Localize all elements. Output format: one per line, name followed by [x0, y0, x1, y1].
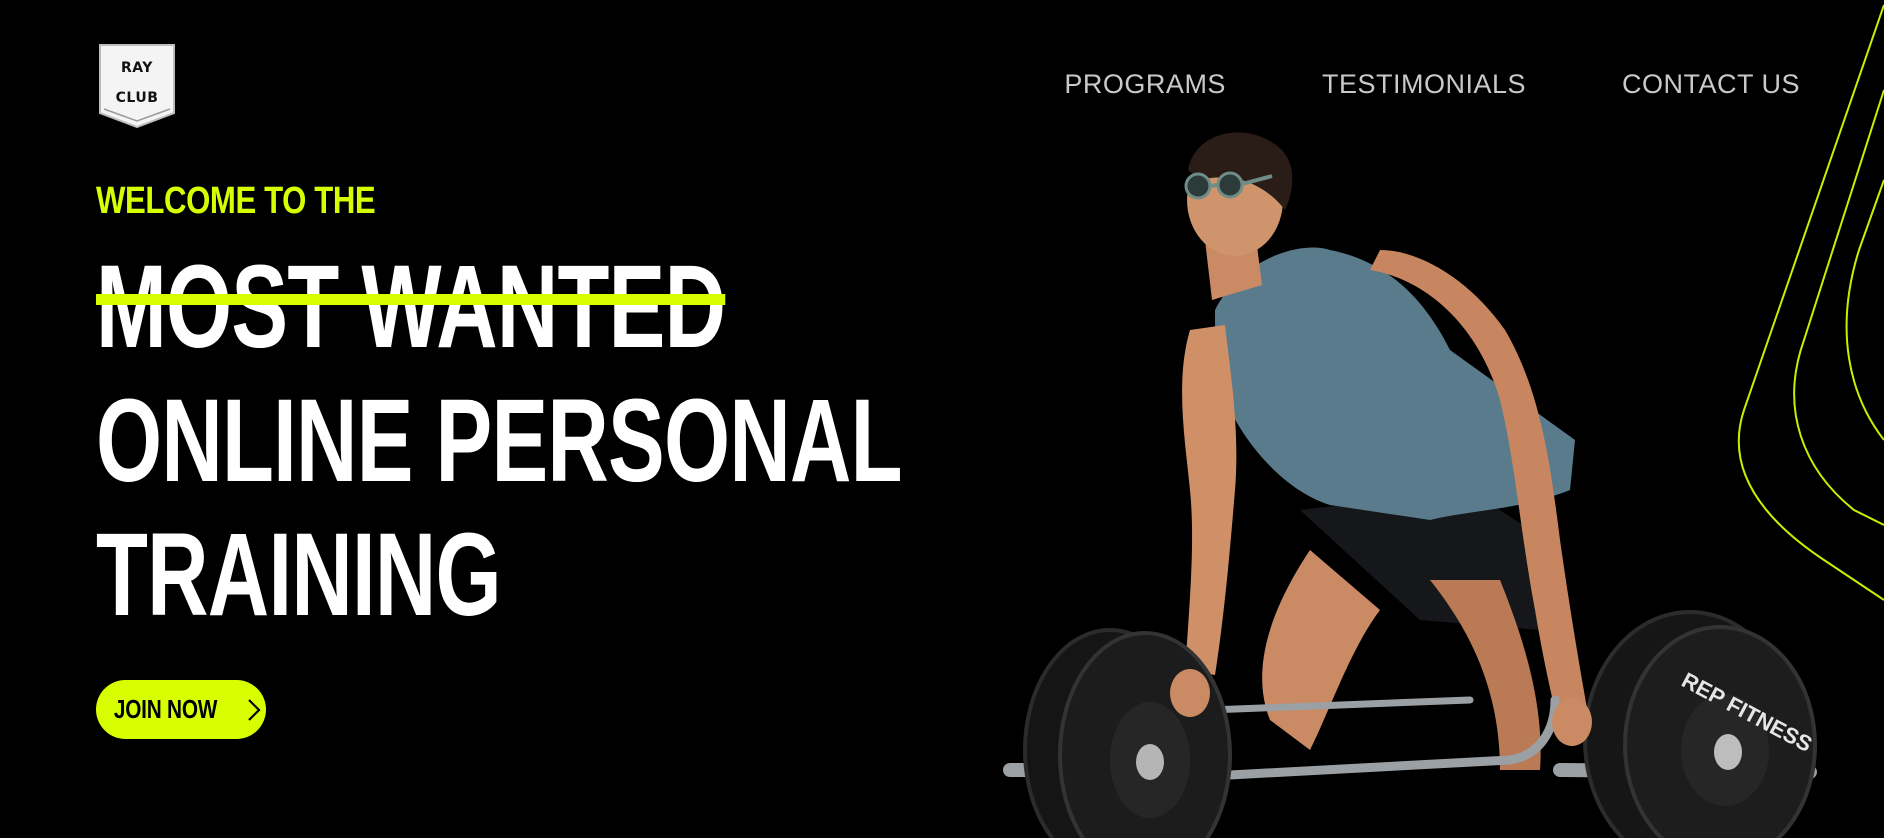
join-now-button[interactable]: JOIN NOW: [96, 680, 266, 739]
left-arm: [1182, 325, 1237, 675]
hero-headline-line3: TRAINING: [96, 509, 502, 641]
right-hand: [1552, 698, 1592, 746]
left-leg: [1262, 550, 1380, 750]
right-weight-plates: REP FITNESS: [1583, 610, 1817, 838]
logo-text: RAY CLUB: [98, 53, 176, 113]
hero-headline: MOST WANTED ONLINE PERSONAL TRAINING: [96, 240, 903, 642]
athlete-deadlift-image: REP FITNESS: [1003, 132, 1817, 838]
hero-eyebrow: WELCOME TO THE: [96, 180, 376, 222]
logo[interactable]: RAY CLUB: [98, 43, 176, 129]
left-hand: [1170, 669, 1210, 717]
nav-link-testimonials[interactable]: TESTIMONIALS: [1322, 66, 1526, 102]
logo-text-line1: RAY: [121, 60, 153, 76]
hero-headline-line2: ONLINE PERSONAL: [96, 375, 903, 507]
left-weight-plates: [1023, 628, 1232, 838]
chevron-right-icon: [247, 698, 261, 722]
nav-link-programs[interactable]: PROGRAMS: [1064, 66, 1226, 102]
strikethrough-text: MOST WANTED: [96, 241, 726, 373]
join-now-label: JOIN NOW: [114, 694, 218, 724]
logo-text-line2: CLUB: [115, 90, 159, 106]
hero-headline-line1: MOST WANTED: [96, 240, 902, 374]
